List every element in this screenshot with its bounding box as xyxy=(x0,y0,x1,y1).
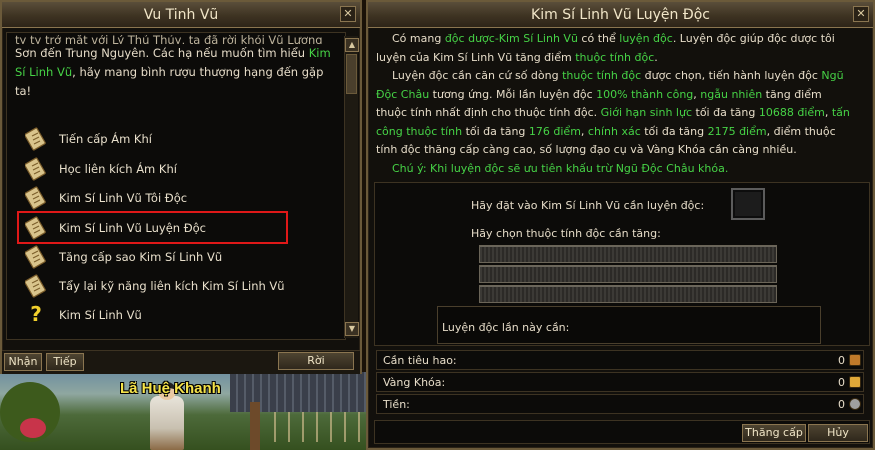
choose-attr-label: Hãy chọn thuộc tính độc cần tăng: xyxy=(471,227,661,240)
dialog-line: ty ty trở mặt với Lý Thủ Thủy, ta đã rời… xyxy=(15,35,323,44)
next-button[interactable]: Tiếp xyxy=(46,353,84,371)
upgrade-button[interactable]: Thăng cấp xyxy=(742,424,806,442)
dialog-option[interactable]: Kim Sí Linh Vũ Tôi Độc xyxy=(21,186,301,212)
refine-poison-window: Kim Sí Linh Vũ Luyện Độc ✕ Có mang độc d… xyxy=(366,0,875,450)
dialog-line: Sơn đến Trung Nguyên. Các hạ nếu muốn tì… xyxy=(15,46,331,60)
cost-label: Vàng Khóa: xyxy=(383,376,446,389)
coin-icon xyxy=(849,398,861,410)
desc-note: Chú ý: Khi luyện độc sẽ ưu tiên khấu trừ… xyxy=(392,161,729,175)
dialog-option-label: Học liên kích Ám Khí xyxy=(59,162,177,176)
desc-line: Luyện độc cần căn cứ số dòng thuộc tính … xyxy=(392,69,844,82)
accept-button[interactable]: Nhận xyxy=(4,353,42,371)
refine-description: Có mang độc dược-Kim Sí Linh Vũ có thể l… xyxy=(376,30,868,178)
refine-input-section: Hãy đặt vào Kim Sí Linh Vũ cần luyện độc… xyxy=(374,182,870,346)
leave-button[interactable]: Rời xyxy=(278,352,354,370)
item-slot[interactable] xyxy=(731,188,765,220)
dialog-option-label: Tăng cấp sao Kim Sí Linh Vũ xyxy=(59,250,223,264)
cost-row: Cần tiêu hao: 0 xyxy=(376,350,864,370)
dialog-line: ta! xyxy=(15,84,32,98)
desc-line: Có mang độc dược-Kim Sí Linh Vũ có thể l… xyxy=(392,32,835,45)
cancel-button[interactable]: Hủy xyxy=(808,424,868,442)
cost-label: Cần tiêu hao: xyxy=(383,354,457,367)
scroll-up-icon[interactable]: ▲ xyxy=(345,38,359,52)
cost-value: 0 xyxy=(838,376,845,389)
question-icon: ? xyxy=(30,302,42,326)
item-icon xyxy=(849,354,861,366)
dialog-option[interactable]: ? Kim Sí Linh Vũ xyxy=(21,303,301,329)
npc-character[interactable] xyxy=(150,396,184,450)
close-icon[interactable]: ✕ xyxy=(340,6,356,22)
fence xyxy=(262,412,370,442)
dialog-text: ty ty trở mặt với Lý Thủ Thủy, ta đã rời… xyxy=(15,35,333,101)
scroll-icon xyxy=(25,127,46,151)
building-pillar xyxy=(250,402,260,450)
cost-value: 0 xyxy=(838,354,845,367)
scroll-thumb[interactable] xyxy=(346,54,357,94)
poison-attribute-slot-1[interactable] xyxy=(479,245,777,263)
scroll-down-icon[interactable]: ▼ xyxy=(345,322,359,336)
desc-line: luyện của Kim Sí Linh Vũ tăng điểm thuộc… xyxy=(376,50,658,64)
cost-label: Tiền: xyxy=(383,398,410,411)
dialog-option-label: Kim Sí Linh Vũ Tôi Độc xyxy=(59,191,188,205)
refine-title-bar[interactable]: Kim Sí Linh Vũ Luyện Độc xyxy=(368,2,873,28)
desc-line: thuộc tính nhất định cho thuộc tính độc.… xyxy=(376,106,850,119)
game-scene: Lã Huệ Khanh xyxy=(0,372,370,450)
dialog-content: ty ty trở mặt với Lý Thủ Thủy, ta đã rời… xyxy=(6,32,346,340)
place-item-label: Hãy đặt vào Kim Sí Linh Vũ cần luyện độc… xyxy=(471,199,705,212)
npc-dialog-window: Vu Tinh Vũ ✕ ty ty trở mặt với Lý Thủ Th… xyxy=(0,0,362,374)
dialog-option[interactable]: Học liên kích Ám Khí xyxy=(21,157,301,183)
scroll-icon xyxy=(25,186,46,210)
scroll-icon xyxy=(25,157,46,181)
dialog-option-label: Kim Sí Linh Vũ xyxy=(59,308,142,322)
desc-line: tính độc thăng cấp càng cao, số lượng đạ… xyxy=(376,143,797,156)
desc-line: Độc Châu tương ứng. Mỗi lần luyện độc 10… xyxy=(376,87,822,101)
refine-cost-box: Luyện độc lần này cần: xyxy=(437,306,821,344)
scroll-icon xyxy=(25,274,46,298)
poison-attribute-slot-2[interactable] xyxy=(479,265,777,283)
dialog-option[interactable]: Tăng cấp sao Kim Sí Linh Vũ xyxy=(21,245,301,271)
cost-row: Tiền: 0 xyxy=(376,394,864,414)
dialog-line: Sí Linh Vũ, hãy mang bình rượu thượng hạ… xyxy=(15,65,324,79)
selected-option-highlight xyxy=(17,211,288,244)
dialog-title: Vu Tinh Vũ xyxy=(143,7,219,23)
dialog-option[interactable]: Tẩy lại kỹ năng liên kích Kim Sí Linh Vũ xyxy=(21,274,301,300)
dialog-option-label: Tiến cấp Ám Khí xyxy=(59,132,152,146)
cost-value: 0 xyxy=(838,398,845,411)
refine-title: Kim Sí Linh Vũ Luyện Độc xyxy=(531,7,710,23)
npc-name-label: Lã Huệ Khanh xyxy=(120,380,221,397)
gold-ingot-icon xyxy=(849,376,861,388)
dialog-option[interactable]: Tiến cấp Ám Khí xyxy=(21,127,301,153)
desc-line: công thuộc tính tối đa tăng 176 điểm, ch… xyxy=(376,124,836,138)
scroll-icon xyxy=(25,245,46,269)
poison-attribute-slot-3[interactable] xyxy=(479,285,777,303)
result-label: Luyện độc lần này cần: xyxy=(442,321,570,334)
dialog-scrollbar[interactable]: ▲ ▼ xyxy=(344,36,359,338)
cost-row: Vàng Khóa: 0 xyxy=(376,372,864,392)
close-icon[interactable]: ✕ xyxy=(853,6,869,22)
flower-bush xyxy=(20,418,46,438)
dialog-option-label: Tẩy lại kỹ năng liên kích Kim Sí Linh Vũ xyxy=(59,279,285,293)
dialog-title-bar[interactable]: Vu Tinh Vũ xyxy=(2,2,360,28)
